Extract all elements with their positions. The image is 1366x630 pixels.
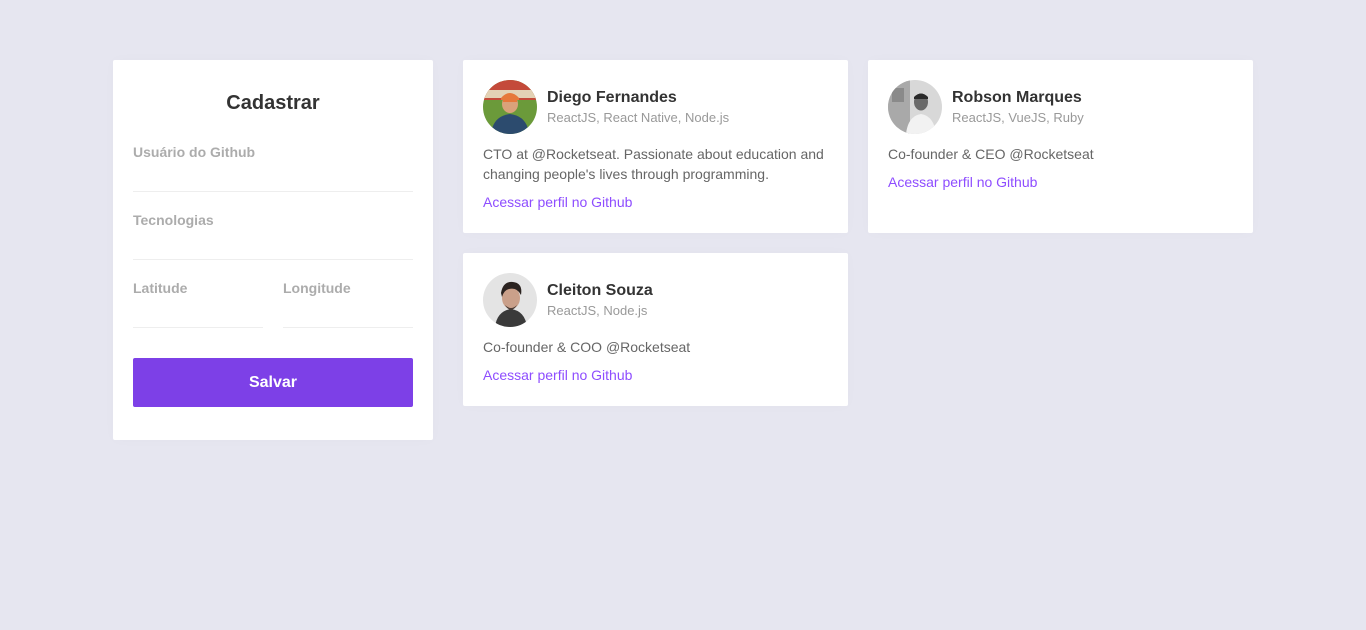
avatar: [483, 80, 537, 134]
dev-card: Diego Fernandes ReactJS, React Native, N…: [463, 60, 848, 233]
dev-bio: Co-founder & COO @Rocketseat: [483, 339, 691, 355]
latitude-label: Latitude: [133, 280, 188, 296]
dev-card-header: Cleiton Souza ReactJS, Node.js: [483, 273, 828, 327]
register-form-panel: Cadastrar Usuário do Github Tecnologias …: [113, 60, 433, 440]
dev-bio: CTO at @Rocketseat. Passionate about edu…: [483, 146, 824, 182]
dev-card-header: Robson Marques ReactJS, VueJS, Ruby: [888, 80, 1233, 134]
github-profile-link[interactable]: Acessar perfil no Github: [888, 174, 1037, 190]
longitude-input[interactable]: [283, 296, 413, 328]
techs-label: Tecnologias: [133, 212, 214, 228]
avatar-photo: [483, 80, 537, 134]
dev-name: Robson Marques: [952, 89, 1082, 106]
avatar: [888, 80, 942, 134]
github-username-input[interactable]: [133, 160, 413, 192]
save-button[interactable]: Salvar: [133, 358, 413, 407]
coordinates-group: Latitude Longitude: [133, 280, 413, 328]
user-info: Robson Marques ReactJS, VueJS, Ruby: [952, 89, 1084, 125]
github-username-label: Usuário do Github: [133, 144, 256, 160]
github-username-block: Usuário do Github: [133, 144, 413, 192]
techs-block: Tecnologias: [133, 212, 413, 260]
longitude-label: Longitude: [283, 280, 351, 296]
avatar-photo: [483, 273, 537, 327]
github-profile-link[interactable]: Acessar perfil no Github: [483, 194, 632, 210]
dev-name: Diego Fernandes: [547, 89, 677, 106]
dev-techs: ReactJS, Node.js: [547, 303, 648, 318]
dev-techs: ReactJS, VueJS, Ruby: [952, 110, 1084, 125]
avatar: [483, 273, 537, 327]
dev-techs: ReactJS, React Native, Node.js: [547, 110, 730, 125]
form-title: Cadastrar: [226, 92, 320, 114]
latitude-block: Latitude: [133, 280, 263, 328]
register-form: Usuário do Github Tecnologias Latitude L…: [133, 144, 413, 407]
latitude-input[interactable]: [133, 296, 263, 328]
github-profile-link[interactable]: Acessar perfil no Github: [483, 367, 632, 383]
dev-bio: Co-founder & CEO @Rocketseat: [888, 146, 1094, 162]
avatar-photo: [888, 80, 942, 134]
longitude-block: Longitude: [283, 280, 413, 328]
techs-input[interactable]: [133, 228, 413, 260]
user-info: Cleiton Souza ReactJS, Node.js: [547, 282, 653, 318]
app: Cadastrar Usuário do Github Tecnologias …: [0, 0, 1366, 630]
user-info: Diego Fernandes ReactJS, React Native, N…: [547, 89, 729, 125]
dev-card: Cleiton Souza ReactJS, Node.js Co-founde…: [463, 253, 848, 406]
dev-card: Robson Marques ReactJS, VueJS, Ruby Co-f…: [868, 60, 1253, 233]
dev-card-header: Diego Fernandes ReactJS, React Native, N…: [483, 80, 828, 134]
dev-name: Cleiton Souza: [547, 282, 653, 299]
